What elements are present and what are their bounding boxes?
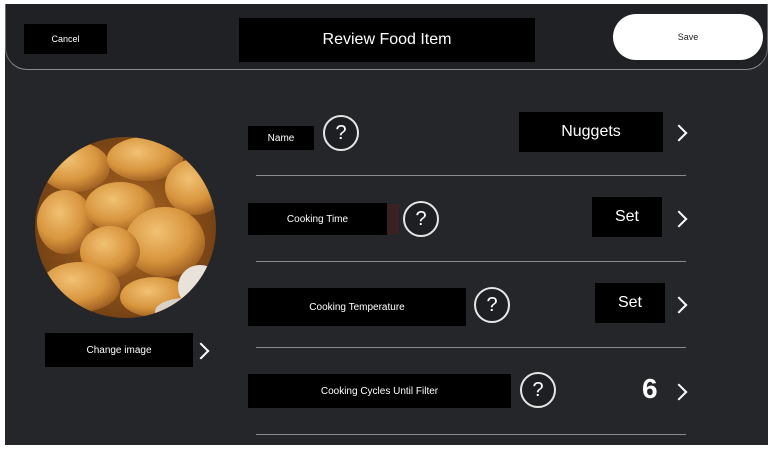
food-image[interactable] (35, 137, 216, 318)
save-button[interactable]: Save (613, 14, 763, 60)
chevron-right-icon[interactable] (670, 124, 688, 142)
name-help-icon[interactable]: ? (323, 115, 359, 151)
change-image-button[interactable]: Change image (45, 333, 193, 367)
chevron-right-icon[interactable] (670, 210, 688, 228)
header-bar: Cancel Review Food Item Save (5, 4, 768, 70)
chevron-right-icon[interactable] (670, 296, 688, 314)
cooking-temperature-value[interactable]: Set (595, 283, 665, 323)
divider (256, 175, 686, 176)
cooking-cycles-help-icon[interactable]: ? (520, 372, 556, 408)
cooking-temperature-label: Cooking Temperature (248, 288, 466, 326)
cooking-cycles-label: Cooking Cycles Until Filter (248, 374, 511, 408)
cooking-time-value[interactable]: Set (592, 197, 662, 237)
cooking-temperature-help-icon[interactable]: ? (474, 287, 510, 323)
chevron-right-icon[interactable] (670, 383, 688, 401)
name-value[interactable]: Nuggets (519, 112, 663, 152)
chevron-right-icon[interactable] (192, 342, 210, 360)
divider (256, 347, 686, 348)
cooking-time-label: Cooking Time (248, 203, 387, 235)
cooking-time-accent (385, 204, 399, 234)
cancel-button[interactable]: Cancel (24, 24, 107, 54)
divider (256, 434, 686, 435)
cooking-cycles-value[interactable]: 6 (642, 373, 658, 405)
page-title: Review Food Item (239, 18, 535, 62)
review-food-item-screen: Cancel Review Food Item Save Change imag… (5, 4, 768, 445)
divider (256, 261, 686, 262)
name-label: Name (248, 126, 314, 150)
cooking-time-help-icon[interactable]: ? (403, 201, 439, 237)
